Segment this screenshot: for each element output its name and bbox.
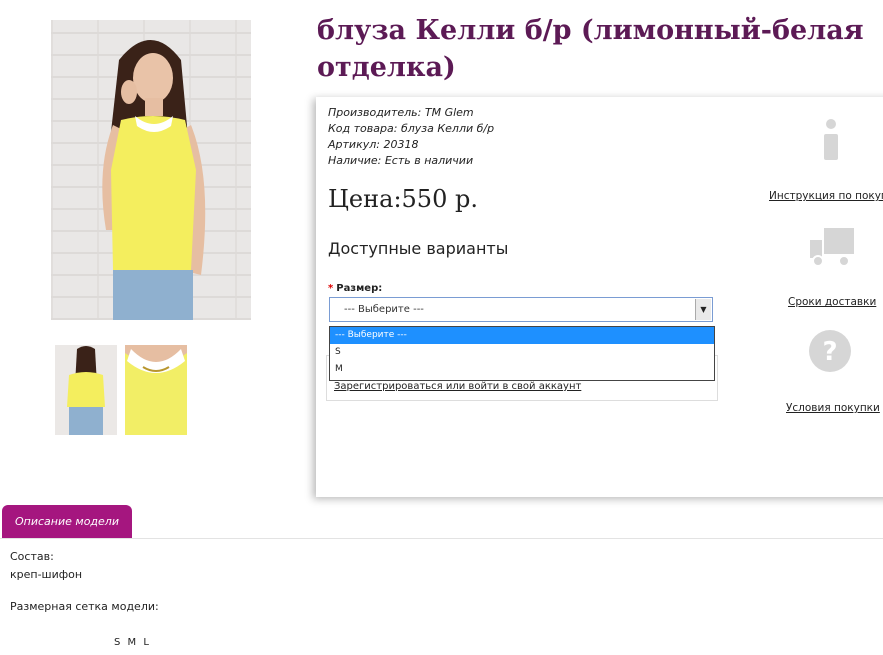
product-meta: Производитель: TM Glem Код товара: блуза… xyxy=(328,105,494,169)
question-icon[interactable]: ? xyxy=(808,329,852,373)
back-view-image xyxy=(67,346,105,435)
meta-product-code: Код товара: блуза Келли б/р xyxy=(328,122,495,135)
delivery-terms-link[interactable]: Сроки доставки xyxy=(788,296,876,308)
product-info-panel: Производитель: TM Glem Код товара: блуза… xyxy=(316,97,883,497)
meta-availability: Наличие: Есть в наличии xyxy=(328,154,474,167)
product-thumbnail-back[interactable] xyxy=(55,345,117,435)
svg-text:?: ? xyxy=(822,337,837,367)
chevron-down-icon[interactable]: ▼ xyxy=(695,299,711,320)
size-option-m[interactable]: M xyxy=(330,361,714,378)
size-option-placeholder[interactable]: --- Выберите --- xyxy=(330,327,714,344)
size-select-value: --- Выберите --- xyxy=(344,304,424,315)
required-mark: * xyxy=(328,283,334,294)
purchase-instructions-link[interactable]: Инструкция по покупке xyxy=(769,190,883,202)
size-option-s[interactable]: S xyxy=(330,344,714,361)
tab-divider xyxy=(0,538,883,539)
product-thumbnail-collar[interactable] xyxy=(125,345,187,435)
product-main-image[interactable] xyxy=(51,20,251,320)
meta-article: Артикул: 20318 xyxy=(328,138,419,151)
size-dropdown-list: --- Выберите --- S M xyxy=(329,326,715,381)
composition-label: Состав: xyxy=(10,550,54,563)
register-login-link[interactable]: Зарегистрироваться или войти в свой акка… xyxy=(334,381,581,392)
truck-icon[interactable] xyxy=(806,225,858,269)
size-chart-values: S M L xyxy=(114,637,149,648)
tab-model-description[interactable]: Описание модели xyxy=(2,505,132,538)
size-chart-label: Размерная сетка модели: xyxy=(10,600,159,613)
product-title: блуза Келли б/р (лимонный-белая отделка) xyxy=(317,15,864,83)
info-icon[interactable] xyxy=(816,117,846,161)
meta-manufacturer: Производитель: TM Glem xyxy=(328,106,474,119)
size-select[interactable]: --- Выберите --- ▼ xyxy=(329,297,713,322)
collar-closeup-image xyxy=(125,345,187,373)
composition-value: креп-шифон xyxy=(10,568,83,581)
available-variants-heading: Доступные варианты xyxy=(328,239,509,258)
purchase-conditions-link[interactable]: Условия покупки xyxy=(786,402,880,414)
model-figure xyxy=(102,40,206,320)
size-label: * Размер: xyxy=(328,283,383,294)
product-price: Цена:550 р. xyxy=(328,185,478,213)
